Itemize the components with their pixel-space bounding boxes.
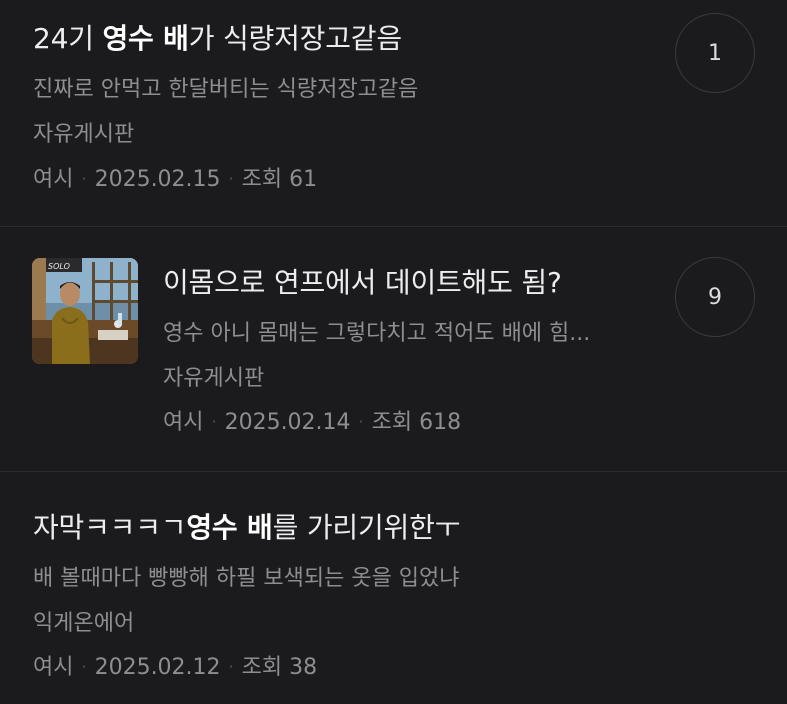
- separator-dot: ·: [228, 657, 234, 676]
- post-views: 618: [419, 410, 462, 435]
- title-text: 가 식량저장고같음: [188, 22, 402, 55]
- comment-count-badge[interactable]: 9: [675, 257, 755, 337]
- post-author: 여시: [33, 167, 74, 192]
- comment-count-badge[interactable]: 1: [675, 13, 755, 93]
- separator-dot: ·: [81, 169, 87, 188]
- post-author: 여시: [33, 655, 74, 680]
- separator-dot: ·: [211, 412, 217, 431]
- post-views: 38: [289, 655, 318, 680]
- post-date: 2025.02.14: [224, 410, 351, 435]
- title-text: 자막ㅋㅋㅋㄱ: [33, 511, 187, 544]
- post-date: 2025.02.15: [94, 167, 221, 192]
- post-views-label: 조회: [371, 410, 413, 435]
- post-views: 61: [289, 167, 318, 192]
- post-date: 2025.02.12: [94, 655, 221, 680]
- separator-dot: ·: [358, 412, 364, 431]
- thumbnail-image: SOLO: [32, 258, 138, 364]
- post-meta: 여시 · 2025.02.12 · 조회 38: [33, 653, 317, 682]
- post-title[interactable]: 이몸으로 연프에서 데이트해도 됨?: [163, 265, 562, 301]
- post-item[interactable]: SOLO 이몸으로 연프에서 데이트해도 됨? 영수 아니 몸매는 그렇다치고 …: [0, 227, 787, 472]
- thumbnail-logo-text: SOLO: [48, 262, 70, 271]
- post-meta: 여시 · 2025.02.15 · 조회 61: [33, 165, 317, 194]
- post-item[interactable]: 자막ㅋㅋㅋㄱ영수 배를 가리기위한ㅜ 배 볼때마다 빵빵해 하필 보색되는 옷을…: [0, 472, 787, 704]
- post-meta: 여시 · 2025.02.14 · 조회 618: [163, 408, 461, 437]
- title-highlight: 영수 배: [186, 511, 273, 544]
- post-board[interactable]: 자유게시판: [163, 365, 264, 393]
- title-highlight: 영수 배: [102, 22, 189, 55]
- title-text: 24기: [33, 22, 103, 55]
- post-excerpt: 영수 아니 몸매는 그렇다치고 적어도 배에 힘...: [163, 321, 591, 346]
- separator-dot: ·: [81, 657, 87, 676]
- post-excerpt: 배 볼때마다 빵빵해 하필 보색되는 옷을 입었냐: [33, 566, 460, 591]
- post-views-label: 조회: [241, 655, 283, 680]
- post-excerpt: 진짜로 안먹고 한달버티는 식량저장고같음: [33, 77, 419, 102]
- post-title[interactable]: 자막ㅋㅋㅋㄱ영수 배를 가리기위한ㅜ: [33, 510, 460, 546]
- post-board[interactable]: 자유게시판: [33, 121, 134, 149]
- post-board[interactable]: 익게온에어: [33, 610, 134, 638]
- post-item[interactable]: 24기 영수 배가 식량저장고같음 진짜로 안먹고 한달버티는 식량저장고같음 …: [0, 0, 787, 227]
- separator-dot: ·: [228, 169, 234, 188]
- post-title[interactable]: 24기 영수 배가 식량저장고같음: [33, 21, 402, 57]
- title-text: 를 가리기위한ㅜ: [272, 511, 461, 544]
- post-views-label: 조회: [241, 167, 283, 192]
- post-thumbnail[interactable]: SOLO: [32, 258, 138, 364]
- post-author: 여시: [163, 410, 204, 435]
